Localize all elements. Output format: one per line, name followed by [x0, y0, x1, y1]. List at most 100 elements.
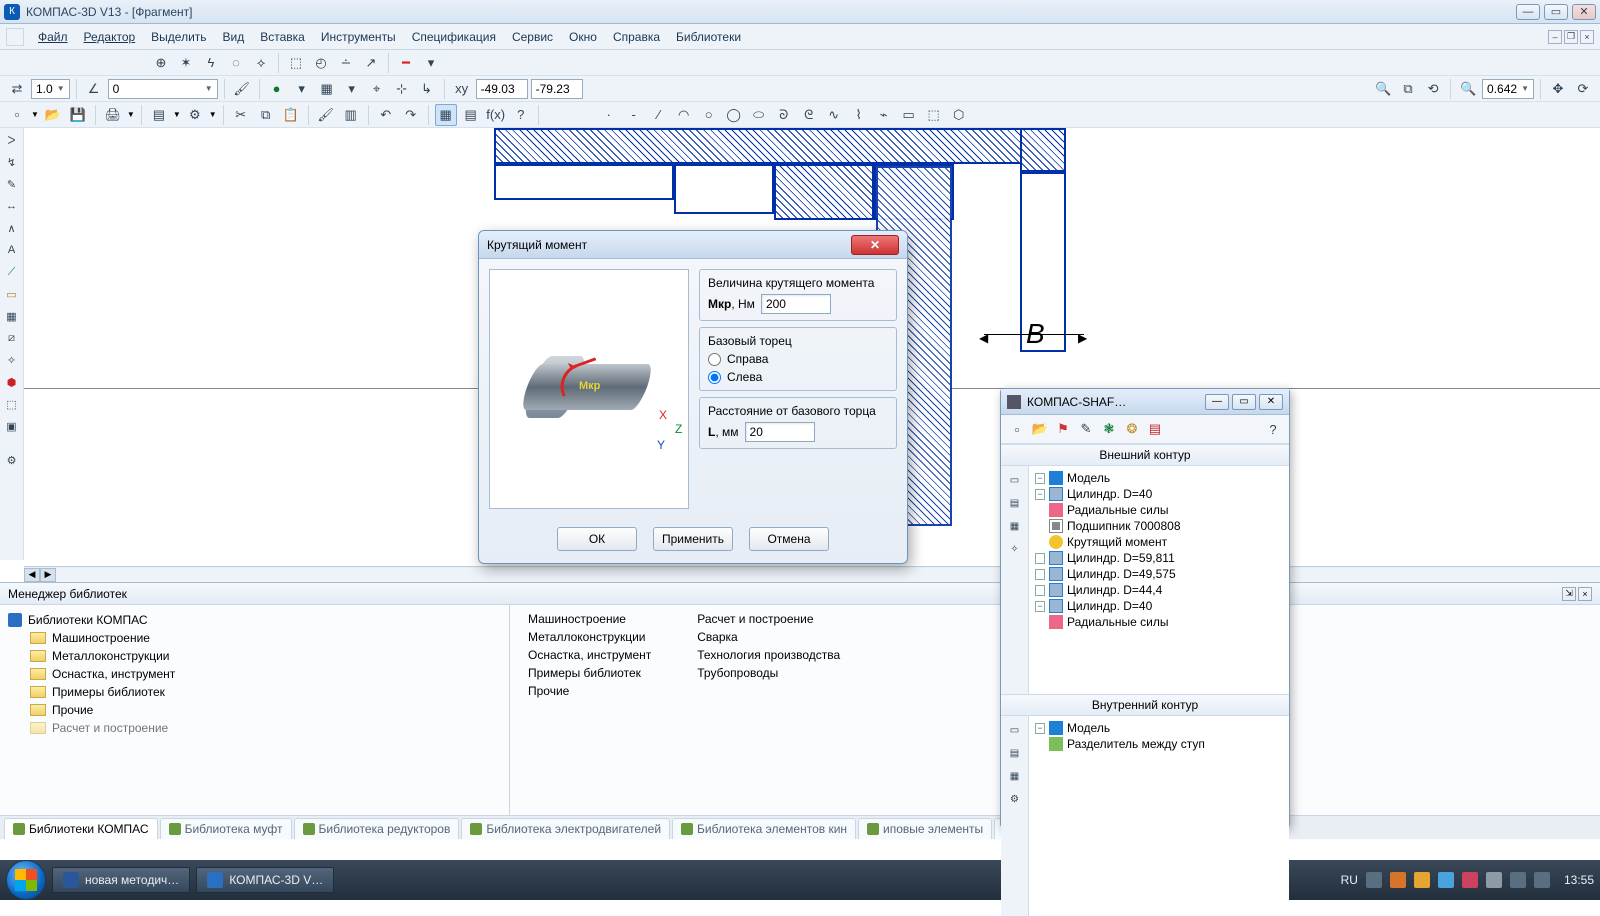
cursor-step-icon[interactable]: ⇄ — [6, 78, 28, 100]
help-icon[interactable]: ? — [510, 104, 532, 126]
shaft-close-button[interactable]: ✕ — [1259, 394, 1283, 410]
tree-item-label[interactable]: Примеры библиотек — [52, 685, 165, 699]
grid2-icon[interactable]: ▾ — [341, 78, 363, 100]
tray-icon-5[interactable] — [1462, 872, 1478, 888]
refresh-icon[interactable]: ⟳ — [1572, 78, 1594, 100]
lv11-icon[interactable]: ✧ — [2, 350, 22, 370]
pan-icon[interactable]: ✥ — [1547, 78, 1569, 100]
brush-icon[interactable]: 🖌 — [315, 104, 337, 126]
stb1-icon[interactable]: ▭ — [1005, 470, 1025, 490]
tray-icon-7[interactable] — [1510, 872, 1526, 888]
tray-icon-6[interactable] — [1486, 872, 1502, 888]
menu-tools[interactable]: Инструменты — [313, 26, 404, 48]
lv15-icon[interactable]: ⚙ — [2, 450, 22, 470]
apply-button[interactable]: Применить — [653, 527, 733, 551]
radio-left-label[interactable]: Слева — [727, 370, 762, 384]
new-icon[interactable]: ▫ — [6, 104, 28, 126]
minimize-button[interactable]: — — [1516, 4, 1540, 20]
cancel-button[interactable]: Отмена — [749, 527, 829, 551]
stb4-icon[interactable]: ✧ — [1005, 539, 1025, 559]
menu-select[interactable]: Выделить — [143, 26, 214, 48]
g5-icon[interactable]: ○ — [698, 104, 720, 126]
zoom-window-icon[interactable]: ⧉ — [1397, 78, 1419, 100]
snap9-icon[interactable]: ↗ — [360, 52, 382, 74]
g15-icon[interactable]: ⬡ — [948, 104, 970, 126]
close-button[interactable]: ✕ — [1572, 4, 1596, 20]
lv10-icon[interactable]: ⧄ — [2, 328, 22, 348]
zoom-icon[interactable]: 🔍 — [1457, 78, 1479, 100]
undo-icon[interactable]: ↶ — [375, 104, 397, 126]
stb8-icon[interactable]: ⚙ — [1005, 789, 1025, 809]
list-item-label[interactable]: Примеры библиотек — [528, 666, 641, 680]
stb6-icon[interactable]: ▤ — [1005, 743, 1025, 763]
g14-icon[interactable]: ⬚ — [923, 104, 945, 126]
tray-icon-4[interactable] — [1438, 872, 1454, 888]
tree-item-label[interactable]: Машиностроение — [52, 631, 150, 645]
ok-button[interactable]: ОК — [557, 527, 637, 551]
shaft-gear1-icon[interactable]: ❃ — [1099, 419, 1119, 439]
tray-icon-8[interactable] — [1534, 872, 1550, 888]
angle-icon[interactable]: ∠ — [83, 78, 105, 100]
shaft-open-icon[interactable]: 📂 — [1030, 419, 1050, 439]
g12-icon[interactable]: ⌁ — [873, 104, 895, 126]
g6-icon[interactable]: ◯ — [723, 104, 745, 126]
parts-icon[interactable]: ⚙ — [184, 104, 206, 126]
menu-libraries[interactable]: Библиотеки — [668, 26, 749, 48]
list-item-label[interactable]: Трубопроводы — [697, 666, 778, 680]
lib2-icon[interactable]: ▤ — [460, 104, 482, 126]
libmgr-close-icon[interactable]: × — [1578, 587, 1592, 601]
tray-icon-2[interactable] — [1390, 872, 1406, 888]
shaft-calc-icon[interactable]: ▤ — [1145, 419, 1165, 439]
stb3-icon[interactable]: ▦ — [1005, 516, 1025, 536]
shaft-edit-icon[interactable]: ✎ — [1076, 419, 1096, 439]
ortho-icon[interactable]: ↳ — [416, 78, 438, 100]
scroll-left-button[interactable]: ◀ — [24, 568, 40, 582]
print-icon[interactable]: 🖨 — [102, 104, 124, 126]
snap3-icon[interactable]: ϟ — [200, 52, 222, 74]
library-tab[interactable]: Библиотека элементов кин — [672, 818, 856, 839]
list-item-label[interactable]: Сварка — [697, 630, 737, 644]
g10-icon[interactable]: ∿ — [823, 104, 845, 126]
lv4-icon[interactable]: ↔ — [2, 196, 22, 216]
mdi-close-button[interactable]: × — [1580, 30, 1594, 44]
menu-insert[interactable]: Вставка — [252, 26, 313, 48]
zoom-in-icon[interactable]: 🔍 — [1372, 78, 1394, 100]
grid-icon[interactable]: ▦ — [316, 78, 338, 100]
step1-dropdown[interactable]: 1.0▼ — [31, 79, 70, 99]
libmgr-pin-icon[interactable]: ⇲ — [1562, 587, 1576, 601]
taskbar-item-word[interactable]: новая методич… — [52, 867, 190, 893]
start-button[interactable] — [6, 860, 46, 900]
stb5-icon[interactable]: ▭ — [1005, 720, 1025, 740]
library-tree[interactable]: Библиотеки КОМПАС МашиностроениеМеталлок… — [0, 605, 510, 815]
zoom-prev-icon[interactable]: ⟲ — [1422, 78, 1444, 100]
l-input[interactable] — [745, 422, 815, 442]
snap5-icon[interactable]: ⟡ — [250, 52, 272, 74]
radio-right[interactable] — [708, 353, 721, 366]
scroll-right-button[interactable]: ▶ — [40, 568, 56, 582]
library-tab[interactable]: Библиотека электродвигателей — [461, 818, 670, 839]
lv5-icon[interactable]: ∧ — [2, 218, 22, 238]
menu-file[interactable]: Файл — [30, 26, 76, 48]
preview-icon[interactable]: ▤ — [148, 104, 170, 126]
origin2-icon[interactable]: ⊹ — [391, 78, 413, 100]
tray-icon-3[interactable] — [1414, 872, 1430, 888]
menu-window[interactable]: Окно — [561, 26, 605, 48]
mdi-minimize-button[interactable]: – — [1548, 30, 1562, 44]
line-style-icon[interactable]: ━ — [395, 52, 417, 74]
lv2-icon[interactable]: ↯ — [2, 152, 22, 172]
clock[interactable]: 13:55 — [1564, 873, 1594, 887]
lv12-icon[interactable]: ⬢ — [2, 372, 22, 392]
snap8-icon[interactable]: ∸ — [335, 52, 357, 74]
paste-icon[interactable]: 📋 — [280, 104, 302, 126]
g3-icon[interactable]: ∕ — [648, 104, 670, 126]
origin-icon[interactable]: ⌖ — [366, 78, 388, 100]
lv1-icon[interactable]: ᐳ — [2, 130, 22, 150]
list-item-label[interactable]: Машиностроение — [528, 612, 626, 626]
dialog-close-button[interactable]: ✕ — [851, 235, 899, 255]
tree-item-label[interactable]: Металлоконструкции — [52, 649, 170, 663]
radio-right-label[interactable]: Справа — [727, 352, 768, 366]
lv7-icon[interactable]: ⟋ — [2, 262, 22, 282]
g8-icon[interactable]: ᘐ — [773, 104, 795, 126]
shaft-help-icon[interactable]: ? — [1263, 419, 1283, 439]
copy-icon[interactable]: ⧉ — [255, 104, 277, 126]
